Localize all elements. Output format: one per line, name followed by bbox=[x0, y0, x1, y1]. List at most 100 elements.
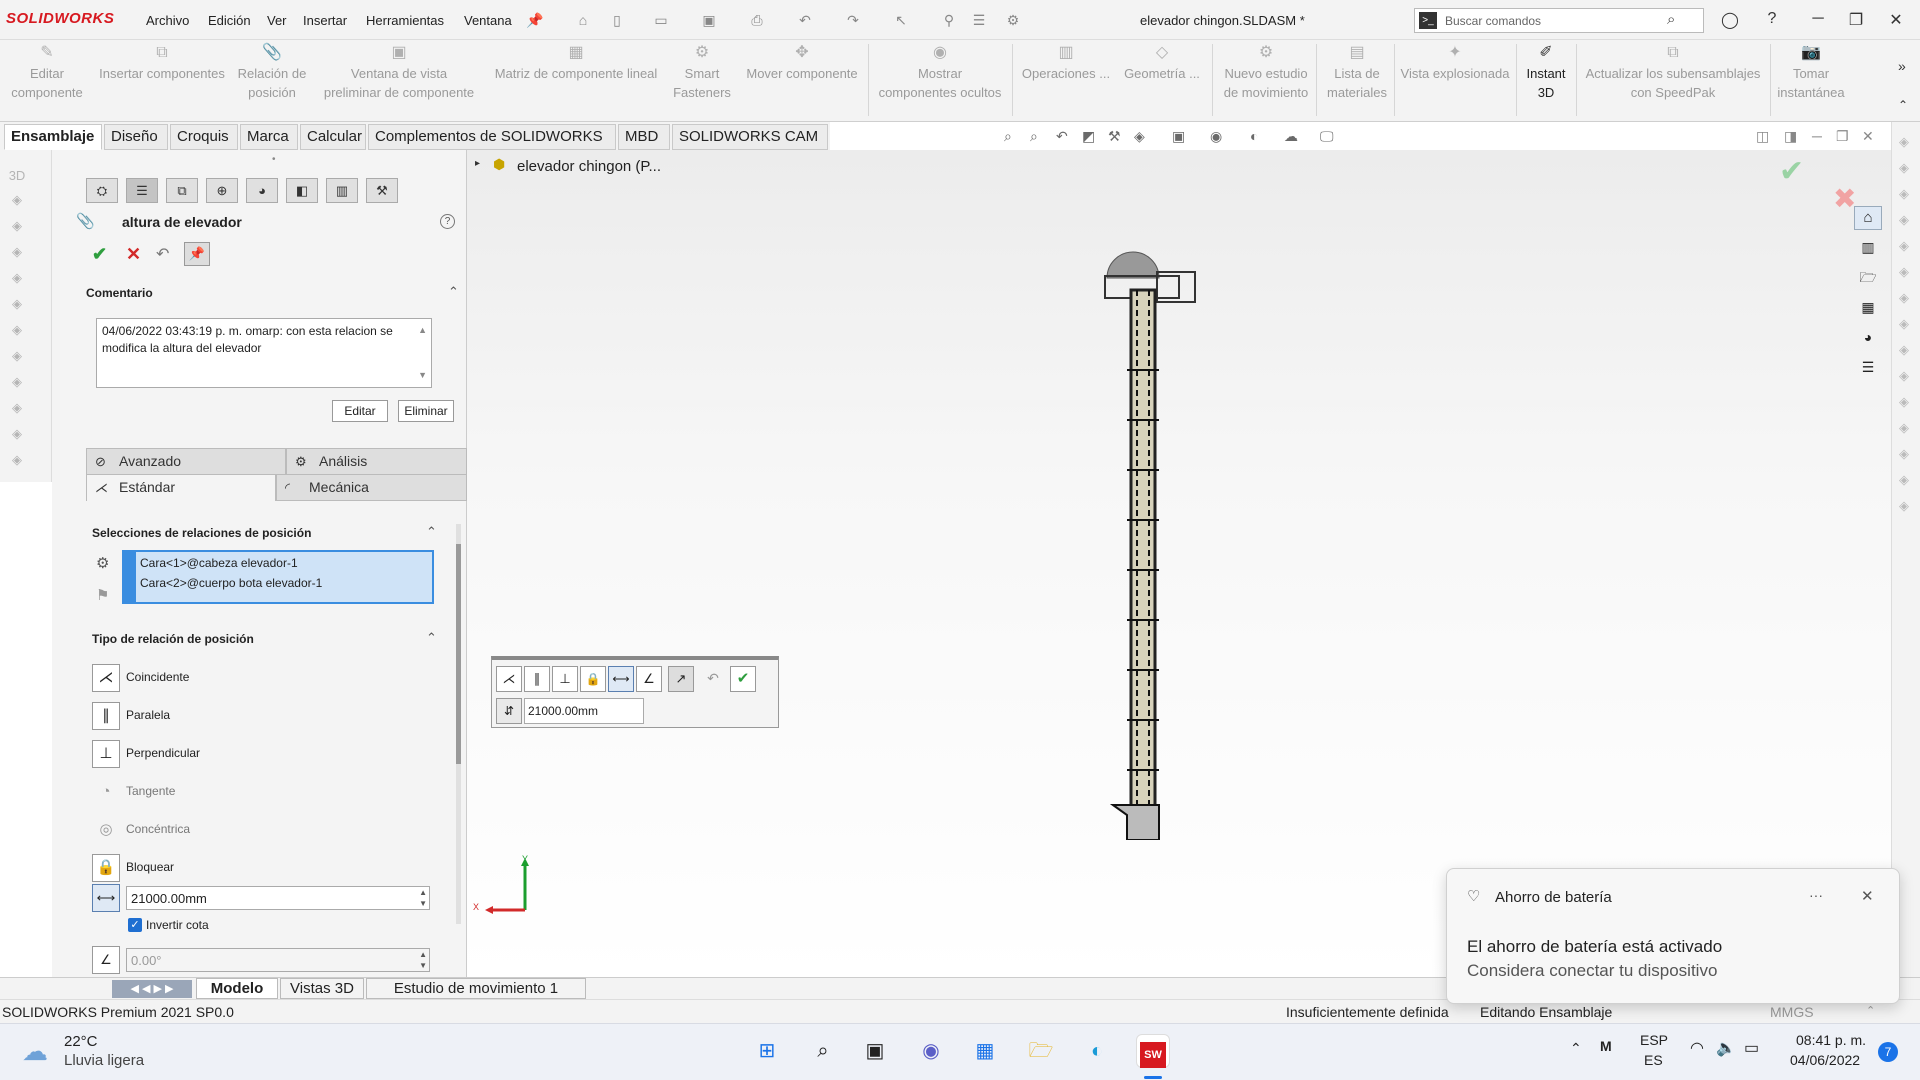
view-settings-icon[interactable]: 🖵 bbox=[1320, 128, 1334, 145]
ok-button[interactable]: ✔ bbox=[92, 244, 107, 265]
tab-mbd[interactable]: MBD bbox=[618, 124, 670, 150]
home-icon[interactable]: ⌂ bbox=[574, 11, 592, 29]
apply-scene-icon[interactable]: ☁ bbox=[1284, 128, 1298, 145]
part-icon[interactable]: ◈ bbox=[8, 270, 26, 286]
part-icon[interactable]: ◈ bbox=[1899, 368, 1909, 384]
redo-icon[interactable]: ↷ bbox=[844, 11, 862, 29]
options-gear-icon[interactable]: ⚙ bbox=[1004, 11, 1022, 29]
previous-view-icon[interactable]: ↶ bbox=[1056, 128, 1068, 145]
distance-mate-icon[interactable]: ⟷ bbox=[92, 884, 120, 912]
bill-of-materials-button[interactable]: ▤ Lista de materiales bbox=[1320, 44, 1394, 102]
help-icon[interactable]: ? bbox=[1760, 10, 1784, 28]
distance-input[interactable]: 21000.00mm ▲ ▼ bbox=[126, 886, 430, 910]
scrollbar-thumb[interactable] bbox=[456, 544, 461, 764]
tree-root-label[interactable]: elevador chingon (P... bbox=[517, 158, 661, 175]
edit-component-button[interactable]: ✎ Editar componente bbox=[4, 44, 90, 102]
smart-fasteners-button[interactable]: ⚙ Smart Fasteners bbox=[664, 44, 740, 102]
mate-selections-list[interactable]: Cara<1>@cabeza elevador-1 Cara<2>@cuerpo… bbox=[122, 550, 434, 604]
part-icon[interactable]: ◈ bbox=[1899, 212, 1909, 228]
weather-rain-icon[interactable]: ☁ bbox=[22, 1036, 48, 1067]
flip-dimension-checkbox[interactable]: ✓ bbox=[128, 918, 142, 932]
configurationmanager-tab-icon[interactable]: ⧉ bbox=[166, 178, 198, 203]
battery-icon[interactable]: ▭ bbox=[1744, 1038, 1759, 1058]
units-chevron-icon[interactable]: ⌃ bbox=[1866, 1004, 1875, 1017]
volume-icon[interactable]: 🔈 bbox=[1716, 1038, 1736, 1058]
part-icon[interactable]: ◈ bbox=[1899, 498, 1909, 514]
tab-ensamblaje[interactable]: Ensamblaje bbox=[4, 124, 102, 150]
search-icon[interactable]: ⌕ bbox=[806, 1034, 840, 1068]
close-notification-icon[interactable]: ✕ bbox=[1861, 887, 1874, 905]
graphics-area[interactable]: ▸ ⬢ elevador chingon (P... ✔ ✖ ⋌ ∥ ⊥ 🔒 ⟷… bbox=[467, 150, 1891, 977]
custom-properties-icon[interactable]: ☰ bbox=[1854, 356, 1882, 380]
part-icon[interactable]: ◈ bbox=[1899, 290, 1909, 306]
task-view-icon[interactable]: ▣ bbox=[858, 1034, 892, 1068]
delete-comment-button[interactable]: Eliminar bbox=[398, 400, 454, 422]
scroll-down-icon[interactable]: ▼ bbox=[418, 367, 427, 384]
part-icon[interactable]: ◈ bbox=[8, 322, 26, 338]
viewport-restore-icon[interactable]: ◫ bbox=[1756, 128, 1769, 145]
file-explorer-icon[interactable]: 🗁 bbox=[1854, 266, 1882, 290]
search-icon[interactable]: ⌕ bbox=[1667, 11, 1675, 28]
part-icon[interactable]: ◈ bbox=[1899, 420, 1909, 436]
part-icon[interactable]: ◈ bbox=[8, 218, 26, 234]
print-icon[interactable]: ⎙ bbox=[748, 11, 766, 29]
part-icon[interactable]: ◈ bbox=[8, 348, 26, 364]
component-preview-window-button[interactable]: ▣ Ventana de vista preliminar de componen… bbox=[316, 44, 482, 102]
show-hidden-components-button[interactable]: ◉ Mostrar componentes ocultos bbox=[872, 44, 1008, 102]
speedpak-button[interactable]: ⧉ Actualizar los subensamblajes con Speed… bbox=[1578, 44, 1768, 102]
feature-tree-icon[interactable]: 3D bbox=[8, 168, 26, 184]
collapse-chevron-icon[interactable]: ⌃ bbox=[426, 524, 437, 540]
undo-icon[interactable]: ↶ bbox=[156, 244, 169, 264]
comment-textbox[interactable]: 04/06/2022 03:43:19 p. m. omarp: con est… bbox=[96, 318, 432, 388]
assembly-features-button[interactable]: ▥ Operaciones ... bbox=[1016, 44, 1116, 83]
popup-distance-input[interactable]: 21000.00mm bbox=[524, 698, 644, 724]
parallel-icon[interactable]: ∥ bbox=[524, 666, 550, 692]
file-properties-icon[interactable]: ☰ bbox=[970, 11, 988, 29]
solidworks-resources-icon[interactable]: ⌂ bbox=[1854, 206, 1882, 230]
part-icon[interactable]: ◈ bbox=[1899, 186, 1909, 202]
menu-archivo[interactable]: Archivo bbox=[146, 13, 189, 28]
mate-button[interactable]: 📎 Relación de posición bbox=[232, 44, 312, 102]
status-units[interactable]: MMGS bbox=[1770, 1004, 1814, 1020]
rebuild-icon[interactable]: ⚲ bbox=[940, 11, 958, 29]
store-icon[interactable]: ▦ bbox=[968, 1034, 1002, 1068]
collapse-chevron-icon[interactable]: ⌃ bbox=[426, 630, 437, 646]
help-icon[interactable]: ? bbox=[440, 214, 455, 229]
spin-arrows-icon[interactable]: ▲ ▼ bbox=[419, 887, 427, 909]
displaymanager-tab-icon[interactable]: ◕ bbox=[246, 178, 278, 203]
propertymanager-tab-icon[interactable]: ☰ bbox=[126, 178, 158, 203]
menu-herramientas[interactable]: Herramientas bbox=[366, 13, 444, 28]
select-icon[interactable]: ↖ bbox=[892, 11, 910, 29]
part-icon[interactable]: ◈ bbox=[8, 244, 26, 260]
cam-tools-tab-icon[interactable]: ⚒ bbox=[366, 178, 398, 203]
zoom-to-fit-icon[interactable]: ⌕ bbox=[1004, 128, 1012, 145]
view-orientation-icon[interactable]: ◈ bbox=[1134, 128, 1145, 145]
new-motion-study-button[interactable]: ⚙ Nuevo estudio de movimiento bbox=[1216, 44, 1316, 102]
viewport-close-icon[interactable]: ✕ bbox=[1862, 128, 1874, 145]
dynamic-annotation-icon[interactable]: ⚒ bbox=[1108, 128, 1121, 145]
menu-insertar[interactable]: Insertar bbox=[303, 13, 347, 28]
accept-icon[interactable]: ✔ bbox=[730, 666, 756, 692]
collapse-chevron-icon[interactable]: ⌃ bbox=[448, 284, 459, 300]
confirm-corner-ok-icon[interactable]: ✔ bbox=[1779, 154, 1804, 189]
solidworks-logo[interactable]: SOLIDWORKS bbox=[6, 10, 114, 27]
expand-tree-icon[interactable]: ▸ bbox=[475, 158, 480, 169]
show-hidden-icons-chevron[interactable]: ⌃ bbox=[1570, 1040, 1582, 1057]
part-icon[interactable]: ◈ bbox=[1899, 134, 1909, 150]
open-icon[interactable]: ▭ bbox=[652, 11, 670, 29]
minimize-button[interactable]: ─ bbox=[1806, 10, 1830, 28]
clock-date[interactable]: 04/06/2022 bbox=[1790, 1052, 1860, 1068]
confirm-corner-cancel-icon[interactable]: ✖ bbox=[1833, 182, 1856, 215]
close-window-button[interactable]: ✕ bbox=[1884, 10, 1908, 30]
weather-desc[interactable]: Lluvia ligera bbox=[64, 1052, 144, 1069]
selection-item[interactable]: Cara<2>@cuerpo bota elevador-1 bbox=[140, 576, 322, 590]
tab-diseno[interactable]: Diseño bbox=[104, 124, 168, 150]
collapse-ribbon-icon[interactable]: ⌃ bbox=[1898, 98, 1908, 112]
part-icon[interactable]: ◈ bbox=[8, 400, 26, 416]
tab-calcular[interactable]: Calcular bbox=[300, 124, 366, 150]
zoom-to-area-icon[interactable]: ⌕ bbox=[1030, 128, 1038, 145]
more-commands-icon[interactable]: » bbox=[1898, 58, 1906, 74]
dimxpert-tab-icon[interactable]: ⊕ bbox=[206, 178, 238, 203]
tray-app-icon[interactable]: M bbox=[1600, 1038, 1612, 1054]
tab-marca[interactable]: Marca bbox=[240, 124, 298, 150]
